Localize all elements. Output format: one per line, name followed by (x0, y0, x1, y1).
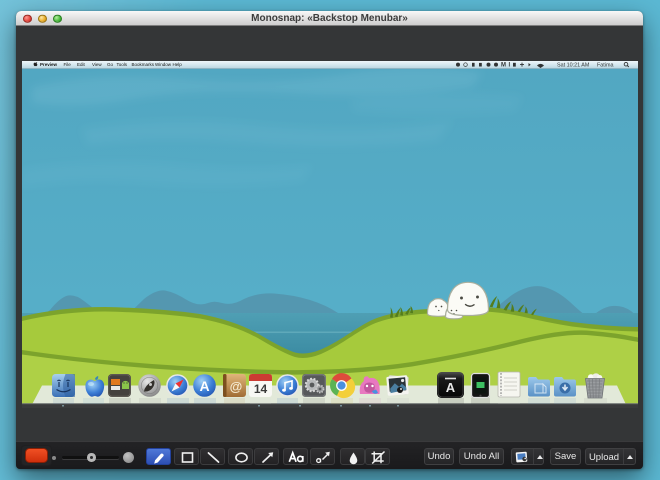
svg-text:A: A (446, 380, 456, 395)
svg-text:@: @ (230, 379, 243, 394)
svg-text:A: A (199, 378, 209, 394)
svg-text:14: 14 (254, 382, 268, 396)
